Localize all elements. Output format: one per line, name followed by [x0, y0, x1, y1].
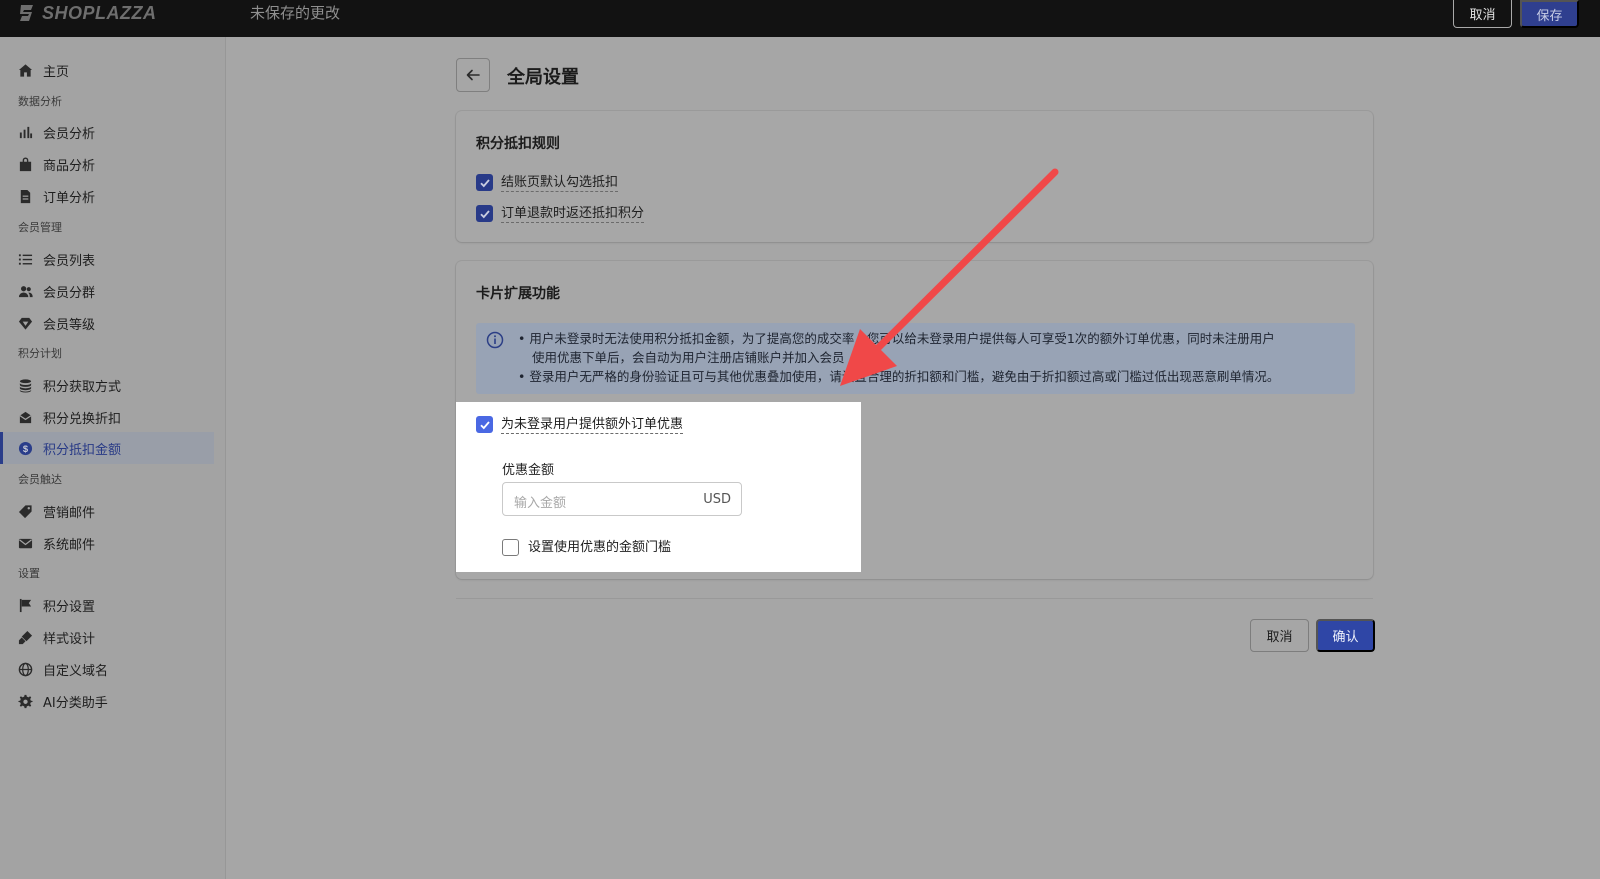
sidebar-item-redeem-discount[interactable]: 积分兑换折扣 — [0, 401, 214, 433]
sidebar-item-earn-points[interactable]: 积分获取方式 — [0, 369, 214, 401]
confirm-button[interactable]: 确认 — [1316, 619, 1375, 652]
extra-offer-label: 为未登录用户提供额外订单优惠 — [501, 417, 684, 434]
sidebar-item-label: 积分设置 — [43, 599, 96, 615]
threshold-checkbox[interactable] — [502, 539, 519, 556]
shoplazza-logo-icon — [20, 5, 33, 21]
diamond-icon — [18, 317, 33, 330]
document-icon — [20, 189, 31, 203]
sidebar-item-label: 积分兑换折扣 — [43, 411, 122, 427]
sidebar-item-label: 会员分群 — [43, 285, 96, 301]
brand-logo: SHOPLAZZA — [18, 1, 157, 25]
gear-icon — [18, 694, 33, 708]
refund-return-points-label: 订单退款时返还抵扣积分 — [501, 206, 645, 223]
amount-field-label: 优惠金额 — [502, 463, 555, 478]
page-title: 全局设置 — [507, 67, 579, 88]
amount-input[interactable]: 输入金额 USD — [502, 482, 742, 516]
svg-text:$: $ — [23, 443, 29, 453]
list-icon — [18, 253, 33, 265]
extra-offer-spotlight: 为未登录用户提供额外订单优惠 优惠金额 输入金额 USD 设置使用优惠的金额门槛 — [456, 402, 861, 572]
checkmark-icon — [479, 420, 490, 429]
threshold-label: 设置使用优惠的金额门槛 — [528, 540, 672, 555]
default-deduct-checkbox[interactable] — [476, 174, 493, 191]
sidebar-item-product-analytics[interactable]: 商品分析 — [0, 148, 214, 180]
top-save-button[interactable]: 保存 — [1520, 0, 1579, 28]
sidebar-item-label: 订单分析 — [43, 190, 96, 206]
info-icon — [486, 331, 504, 349]
default-deduct-label: 结账页默认勾选抵扣 — [501, 175, 619, 192]
sidebar-section-member-outreach: 会员触达 — [18, 473, 62, 486]
info-banner: • 用户未登录时无法使用积分抵扣金额，为了提高您的成交率，您可以给未登录用户提供… — [476, 323, 1355, 394]
deduction-rules-card: 积分抵扣规则 结账页默认勾选抵扣 订单退款时返还抵扣积分 — [456, 111, 1373, 242]
coins-icon — [19, 378, 32, 393]
sidebar-item-label: 样式设计 — [43, 631, 96, 647]
sidebar-item-label: 会员分析 — [43, 126, 96, 142]
checkmark-icon — [479, 178, 490, 187]
divider — [456, 598, 1373, 599]
arrow-left-icon — [466, 69, 480, 81]
sidebar-item-label: 主页 — [43, 64, 70, 80]
checkmark-icon — [479, 209, 490, 218]
sidebar-section-member-management: 会员管理 — [18, 221, 62, 234]
sidebar-item-member-levels[interactable]: 会员等级 — [0, 307, 214, 339]
sidebar-item-label: 系统邮件 — [43, 537, 96, 553]
cancel-button[interactable]: 取消 — [1250, 619, 1309, 652]
sidebar-item-member-list[interactable]: 会员列表 — [0, 243, 214, 275]
sidebar-item-points-deduction[interactable]: $ 积分抵扣金额 — [0, 432, 214, 464]
bag-icon — [19, 156, 32, 171]
brush-icon — [18, 630, 33, 644]
sidebar-section-settings: 设置 — [18, 567, 40, 580]
sidebar-item-order-analytics[interactable]: 订单分析 — [0, 180, 214, 212]
sidebar-item-label: 积分获取方式 — [43, 379, 122, 395]
sidebar-item-label: AI分类助手 — [43, 695, 108, 711]
sidebar-item-home[interactable]: 主页 — [0, 54, 214, 86]
dollar-icon: $ — [18, 441, 33, 455]
home-icon — [18, 63, 33, 77]
sidebar-item-ai-assistant[interactable]: AI分类助手 — [0, 685, 214, 717]
sidebar-section-analytics: 数据分析 — [18, 95, 62, 108]
sidebar-item-member-segments[interactable]: 会员分群 — [0, 275, 214, 307]
sidebar-item-label: 商品分析 — [43, 158, 96, 174]
users-icon — [18, 285, 33, 297]
info-text-line: • 登录用户无严格的身份验证且可与其他优惠叠加使用，请设置合理的折扣额和门槛，避… — [518, 369, 1280, 384]
back-button[interactable] — [456, 58, 490, 92]
info-text-line: • 用户未登录时无法使用积分抵扣金额，为了提高您的成交率，您可以给未登录用户提供… — [518, 331, 1275, 346]
brand-name: SHOPLAZZA — [42, 2, 157, 23]
sidebar-section-points-program: 积分计划 — [18, 347, 62, 360]
unsaved-changes-text: 未保存的更改 — [250, 4, 341, 22]
sidebar-item-label: 营销邮件 — [43, 505, 96, 521]
sidebar-item-label: 积分抵扣金额 — [43, 442, 122, 458]
sidebar-item-member-analytics[interactable]: 会员分析 — [0, 116, 214, 148]
info-text-line: 使用优惠下单后，会自动为用户注册店铺账户并加入会员 — [532, 350, 845, 365]
tag-icon — [18, 504, 32, 518]
refund-return-points-checkbox[interactable] — [476, 205, 493, 222]
mail-icon — [18, 538, 33, 548]
globe-icon — [18, 662, 33, 676]
bar-chart-icon — [19, 126, 33, 138]
currency-suffix: USD — [703, 492, 731, 507]
sidebar-item-label: 自定义域名 — [43, 663, 109, 679]
amount-placeholder: 输入金额 — [514, 496, 567, 511]
flag-icon — [19, 598, 32, 612]
sidebar-item-style-design[interactable]: 样式设计 — [0, 621, 214, 653]
extra-offer-checkbox[interactable] — [476, 416, 493, 433]
gift-icon — [19, 411, 32, 423]
sidebar-item-label: 会员列表 — [43, 253, 96, 269]
sidebar-item-custom-domain[interactable]: 自定义域名 — [0, 653, 214, 685]
card-title: 积分抵扣规则 — [476, 136, 560, 152]
sidebar-item-system-email[interactable]: 系统邮件 — [0, 527, 214, 559]
sidebar-item-label: 会员等级 — [43, 317, 96, 333]
sidebar-item-marketing-email[interactable]: 营销邮件 — [0, 495, 214, 527]
sidebar-item-points-settings[interactable]: 积分设置 — [0, 589, 214, 621]
sidebar: 主页 数据分析 会员分析 商品分析 订单分析 会员管理 会员列表 会员分群 会员… — [0, 37, 226, 879]
top-bar: SHOPLAZZA 未保存的更改 取消 保存 — [0, 0, 1600, 37]
top-cancel-button[interactable]: 取消 — [1453, 0, 1512, 28]
card-title: 卡片扩展功能 — [476, 286, 560, 302]
